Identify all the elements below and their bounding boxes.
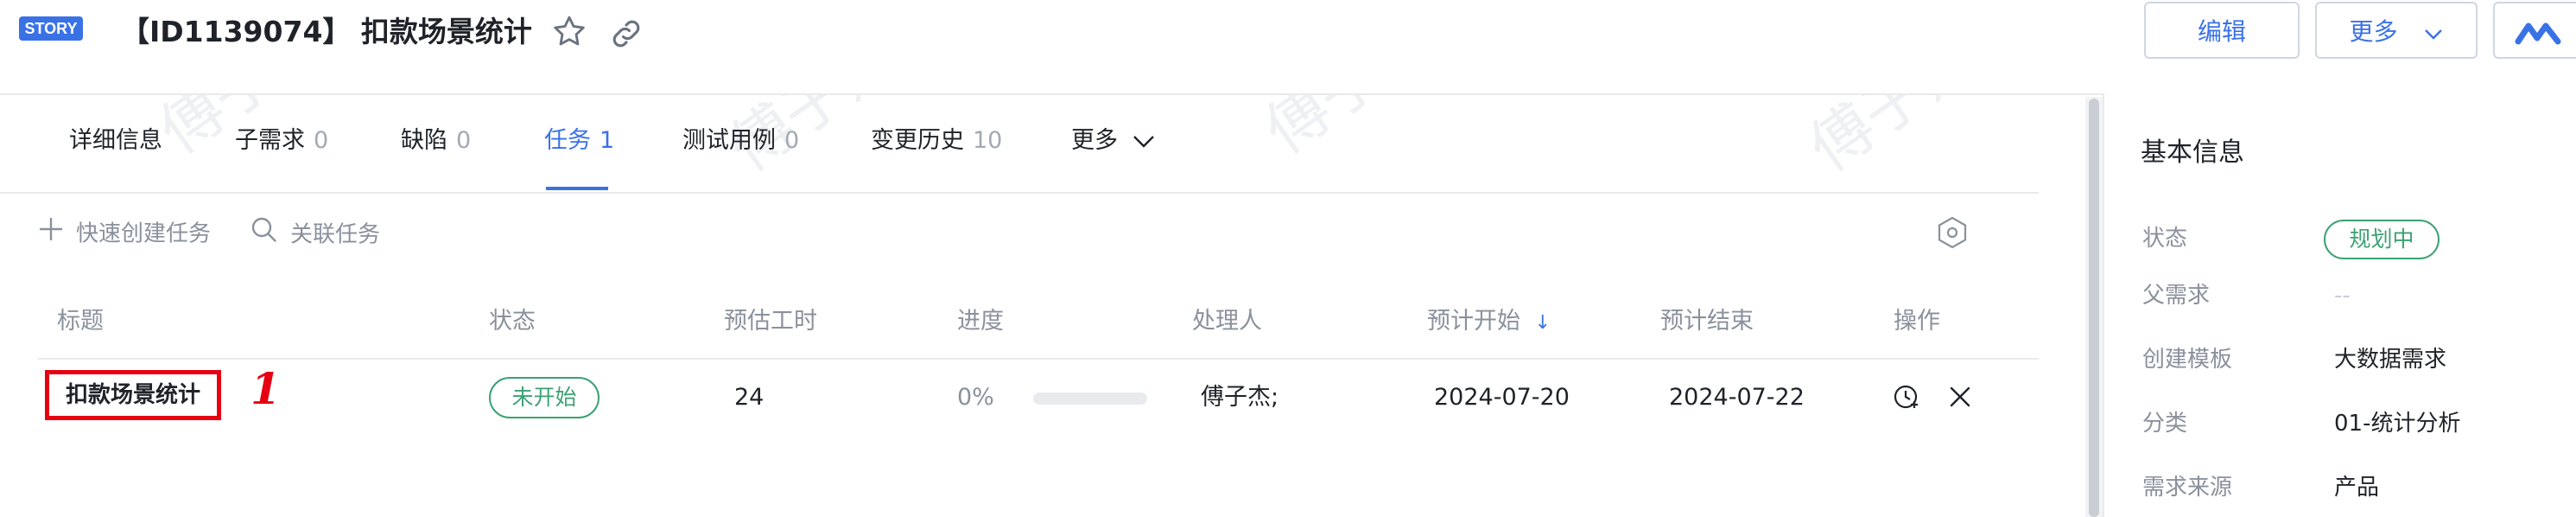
column-settings-icon[interactable] [1937,216,1968,252]
column-header-status: 状态 [489,308,536,335]
annotation-marker: 1 [251,363,281,414]
star-icon[interactable] [549,12,589,52]
column-header-start-label: 预计开始 [1427,308,1520,335]
column-header-end: 预计结束 [1660,308,1754,335]
field-value-template[interactable]: 大数据需求 [2334,342,2446,377]
field-label-parent: 父需求 [2142,283,2211,309]
panel-title: 基本信息 [2141,137,2244,168]
start-date-value[interactable]: 2024-07-20 [1434,380,1570,415]
tab-test-cases[interactable]: 测试用例 0 [682,123,799,159]
link-task-button[interactable]: 关联任务 [251,216,380,254]
tab-change-history[interactable]: 变更历史 10 [871,123,1002,159]
tab-label: 测试用例 [682,127,776,154]
tab-count: 0 [456,127,472,154]
search-icon [251,216,278,254]
tab-count: 0 [314,127,329,154]
page-title: 【ID1139074】 扣款场景统计 [121,15,532,48]
field-label-category: 分类 [2142,411,2188,437]
edit-button[interactable]: 编辑 [2144,2,2300,59]
column-header-estimate: 预估工时 [724,308,817,335]
field-label-source: 需求来源 [2142,475,2233,501]
quick-create-label: 快速创建任务 [76,220,212,247]
field-label-template: 创建模板 [2142,347,2233,373]
tab-details[interactable]: 详细信息 [69,123,162,159]
chevron-down-icon [1133,124,1155,160]
column-header-title: 标题 [57,308,104,335]
column-header-assignee: 处理人 [1192,308,1262,335]
field-label-status: 状态 [2142,226,2188,252]
tab-label: 子需求 [235,127,305,154]
tab-count: 10 [973,127,1003,154]
tab-label: 变更历史 [871,127,964,154]
estimate-value[interactable]: 24 [734,380,764,415]
log-time-icon[interactable] [1892,382,1921,415]
tab-more[interactable]: 更多 [1071,123,1155,160]
link-icon[interactable] [608,16,644,52]
tab-label: 更多 [1071,127,1118,154]
tab-tasks[interactable]: 任务 1 [544,123,614,159]
header-divider [38,358,2039,360]
column-header-actions: 操作 [1894,308,1940,335]
tab-label: 缺陷 [401,127,447,154]
tab-label: 任务 [544,127,591,154]
more-button-label: 更多 [2349,17,2398,46]
story-type-badge: STORY [19,16,83,41]
column-header-progress: 进度 [957,308,1004,335]
active-tab-indicator [546,187,608,190]
quick-create-task-button[interactable]: 快速创建任务 [38,216,211,252]
more-button[interactable]: 更多 [2315,2,2478,59]
column-header-start[interactable]: 预计开始 ↓ [1427,304,1551,341]
field-value-source[interactable]: 产品 [2334,470,2379,505]
chevron-down-icon [2424,4,2443,61]
close-icon[interactable] [1949,386,1971,412]
status-badge[interactable]: 未开始 [489,377,600,418]
field-value-category[interactable]: 01-统计分析 [2334,406,2460,441]
end-date-value[interactable]: 2024-07-22 [1669,380,1805,415]
tab-sub-requirements[interactable]: 子需求 0 [235,123,328,159]
plus-icon [38,216,64,252]
link-task-label: 关联任务 [290,221,381,248]
status-badge[interactable]: 规划中 [2324,220,2440,259]
tab-label: 详细信息 [69,127,162,154]
progress-bar [1033,393,1147,405]
tab-defects[interactable]: 缺陷 0 [401,123,471,159]
app-switch-button[interactable] [2493,2,2576,59]
assignee-value[interactable]: 傅子杰; [1201,380,1278,415]
progress-value: 0% [957,384,994,411]
task-title-link[interactable]: 扣款场景统计 [45,370,221,420]
scrollbar-thumb[interactable] [2089,99,2099,517]
app-logo-icon [2515,22,2561,45]
tab-count: 1 [600,127,615,154]
field-value-parent[interactable]: -- [2334,278,2351,313]
tab-count: 0 [784,127,800,154]
sort-down-icon: ↓ [1534,312,1551,334]
